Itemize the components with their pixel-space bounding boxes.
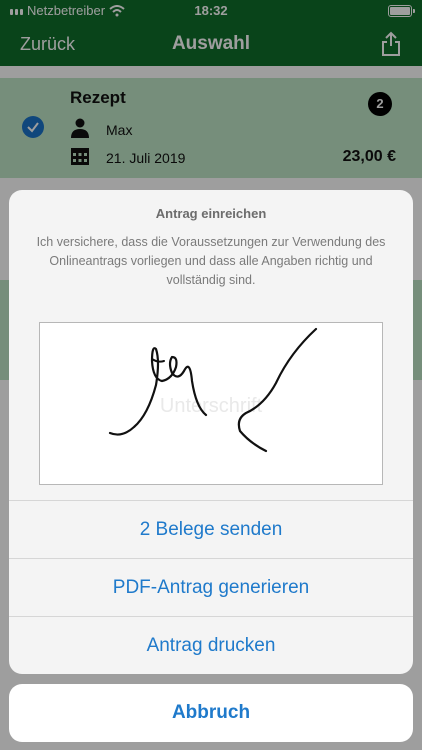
- sheet-title: Antrag einreichen: [155, 206, 267, 221]
- signature-drawing: [108, 327, 318, 453]
- send-receipts-button[interactable]: 2 Belege senden: [9, 500, 413, 558]
- generate-pdf-button[interactable]: PDF-Antrag generieren: [9, 558, 413, 616]
- signature-pad[interactable]: Unterschrift: [39, 322, 383, 485]
- print-application-button[interactable]: Antrag drucken: [9, 616, 413, 674]
- cancel-button[interactable]: Abbruch: [9, 684, 413, 742]
- action-sheet: Antrag einreichen Ich versichere, dass d…: [9, 190, 413, 674]
- sheet-message: Ich versichere, dass die Voraussetzungen…: [36, 235, 386, 287]
